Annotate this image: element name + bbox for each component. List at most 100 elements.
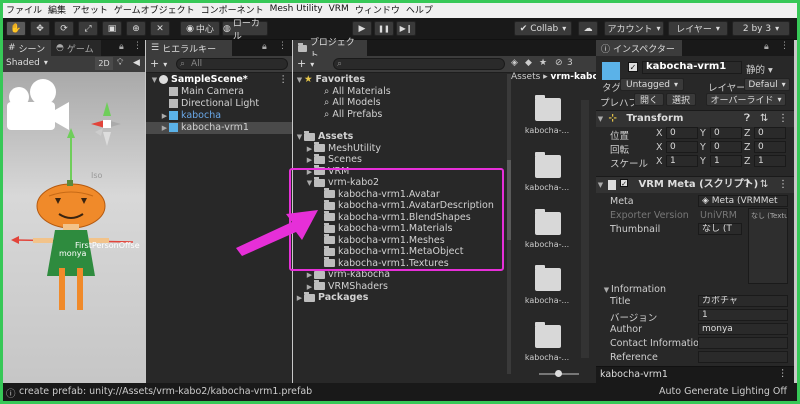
pivot-toggle[interactable]: ◉ 中心 (180, 21, 220, 36)
account-dropdown[interactable]: アカウント (604, 21, 664, 36)
lighting-status[interactable]: Auto Generate Lighting Off (659, 386, 787, 397)
2d-toggle[interactable]: 2D (95, 57, 113, 70)
asset-grid-label[interactable]: kabocha-... (517, 183, 577, 192)
status-message[interactable]: create prefab: unity://Assets/vrm-kabo2/… (19, 386, 312, 397)
chevron-right-icon[interactable]: ▶ (305, 154, 314, 166)
transform-z-field[interactable]: 0 (754, 127, 786, 139)
menu-icon[interactable]: ⋮ (133, 41, 142, 51)
folder-icon[interactable] (535, 152, 561, 178)
favorites-foldout[interactable]: ▼ ★ Favorites (293, 74, 507, 86)
transform-x-field[interactable]: 0 (666, 127, 698, 139)
help-icon[interactable]: ❓︎ (744, 111, 750, 127)
info-row-field[interactable] (698, 337, 788, 349)
custom-tool-icon[interactable]: ✕ (150, 21, 170, 36)
menu-item[interactable]: ウィンドウ (355, 3, 406, 16)
thumbnail-preview[interactable]: なし (Textu (748, 208, 788, 284)
menu-item[interactable]: Mesh Utility (270, 4, 329, 14)
filter-label-icon[interactable]: ◆ (525, 58, 532, 68)
hierarchy-item[interactable]: Main Camera (146, 86, 292, 98)
transform-y-field[interactable]: 1 (710, 155, 742, 167)
menu-item[interactable]: 編集 (48, 3, 72, 16)
info-row-field[interactable]: 1 (698, 309, 788, 321)
transform-x-field[interactable]: 1 (666, 155, 698, 167)
transform-z-field[interactable]: 1 (754, 155, 786, 167)
filter-type-icon[interactable]: ◈ (511, 58, 518, 68)
cloud-icon[interactable]: ☁ (578, 21, 598, 36)
info-row-field[interactable]: カボチャ (698, 295, 788, 307)
thumbnail-field[interactable]: なし (T (698, 223, 742, 235)
info-row-field[interactable]: monya (698, 323, 788, 335)
light-icon[interactable]: 💡︎ (117, 58, 123, 68)
layer-dropdown[interactable]: Defaul (744, 78, 790, 91)
hierarchy-item[interactable]: ▼ SampleScene* ⋮ (146, 74, 292, 86)
chevron-right-icon[interactable]: ▶ (295, 292, 304, 304)
transform-x-field[interactable]: 0 (666, 141, 698, 153)
transform-header[interactable]: ▼ ⊹ Transform ❓︎ ⇅ ⋮ (596, 110, 794, 127)
active-checkbox[interactable]: ✓ (628, 62, 638, 72)
zoom-slider-thumb[interactable] (555, 370, 562, 377)
menu-item[interactable]: ゲームオブジェクト (114, 3, 201, 16)
tree-scrollbar-thumb[interactable] (507, 160, 511, 240)
menu-item[interactable]: VRM (329, 4, 355, 14)
breadcrumb-item[interactable]: vrm-kabo (551, 72, 597, 82)
project-tree-item[interactable]: ▶ MeshUtility (293, 142, 507, 155)
hierarchy-item[interactable]: Directional Light (146, 98, 292, 110)
hierarchy-item[interactable]: ▶ kabocha-vrm1 (146, 122, 292, 134)
project-tree-item[interactable]: ▶ VRMShaders (293, 280, 507, 293)
asset-grid-label[interactable]: kabocha-... (517, 126, 577, 135)
project-tree-item[interactable]: ⌕ All Models (293, 97, 507, 109)
menu-icon[interactable]: ⋮ (778, 368, 788, 379)
help-icon[interactable]: ❓︎ (744, 177, 750, 193)
favorite-icon[interactable]: ★ (539, 58, 547, 68)
static-toggle[interactable]: 静的 ▾ (746, 62, 773, 76)
grid-scrollbar[interactable] (581, 100, 589, 358)
asset-grid-label[interactable]: kabocha-... (517, 353, 577, 362)
hand-tool-icon[interactable]: ✋ (6, 21, 26, 36)
preset-icon[interactable]: ⇅ (760, 111, 768, 127)
folder-icon[interactable] (535, 209, 561, 235)
info-row-field[interactable] (698, 351, 788, 363)
override-dropdown[interactable]: オーバーライド (706, 93, 786, 106)
project-tree-item[interactable]: ▶ Scenes (293, 153, 507, 166)
layout-dropdown[interactable]: 2 by 3 (732, 21, 790, 36)
open-button[interactable]: 開く (634, 93, 664, 106)
lock-icon[interactable]: 🔒︎ (262, 42, 267, 52)
menu-item[interactable]: ファイル (6, 3, 48, 16)
hierarchy-item[interactable]: ▶ kabocha (146, 110, 292, 122)
tab-inspector[interactable]: ⓘ インスペクター (596, 40, 682, 56)
menu-item[interactable]: コンポーネント (201, 3, 270, 16)
move-tool-icon[interactable]: ✥ (30, 21, 50, 36)
scale-tool-icon[interactable]: ⤢ (78, 21, 98, 36)
chevron-down-icon[interactable]: ▼ (295, 74, 304, 86)
transform-y-field[interactable]: 0 (710, 127, 742, 139)
asset-grid-label[interactable]: kabocha-... (517, 240, 577, 249)
space-toggle[interactable]: ◍ ローカル (222, 19, 268, 42)
audio-icon[interactable]: ◀ (133, 58, 140, 68)
chevron-right-icon[interactable]: ▶ (160, 110, 169, 122)
assets-foldout[interactable]: ▼ Assets (293, 130, 507, 143)
menu-item[interactable]: ヘルプ (406, 3, 439, 16)
project-search-input[interactable]: ⌕ (333, 58, 505, 70)
chevron-right-icon[interactable]: ▶ (305, 143, 314, 155)
transform-tool-icon[interactable]: ⊕ (126, 21, 146, 36)
breadcrumb-item[interactable]: Assets (511, 72, 540, 82)
pause-button[interactable]: ❚❚ (374, 21, 394, 36)
lock-icon[interactable]: 🔒︎ (119, 42, 124, 52)
hierarchy-search-input[interactable]: ⌕ All (176, 58, 288, 70)
lock-icon[interactable]: 🔒︎ (764, 42, 769, 52)
rect-tool-icon[interactable]: ▣ (102, 21, 122, 36)
layers-dropdown[interactable]: レイヤー (668, 21, 728, 36)
preset-icon[interactable]: ⇅ (760, 177, 768, 193)
chevron-right-icon[interactable]: ▶ (160, 122, 169, 134)
project-tree-item[interactable]: ⌕ All Prefabs (293, 109, 507, 121)
menu-icon[interactable]: ⋮ (279, 74, 289, 86)
menu-icon[interactable]: ⋮ (780, 41, 789, 51)
chevron-down-icon[interactable]: ▼ (295, 131, 304, 143)
transform-z-field[interactable]: 0 (754, 141, 786, 153)
tag-dropdown[interactable]: Untagged (620, 78, 684, 91)
project-tree-item[interactable]: ⌕ All Materials (293, 86, 507, 98)
menu-item[interactable]: アセット (72, 3, 114, 16)
transform-y-field[interactable]: 0 (710, 141, 742, 153)
tab-game[interactable]: ◓ ゲーム (51, 40, 101, 56)
enabled-checkbox[interactable]: ✓ (620, 179, 628, 188)
